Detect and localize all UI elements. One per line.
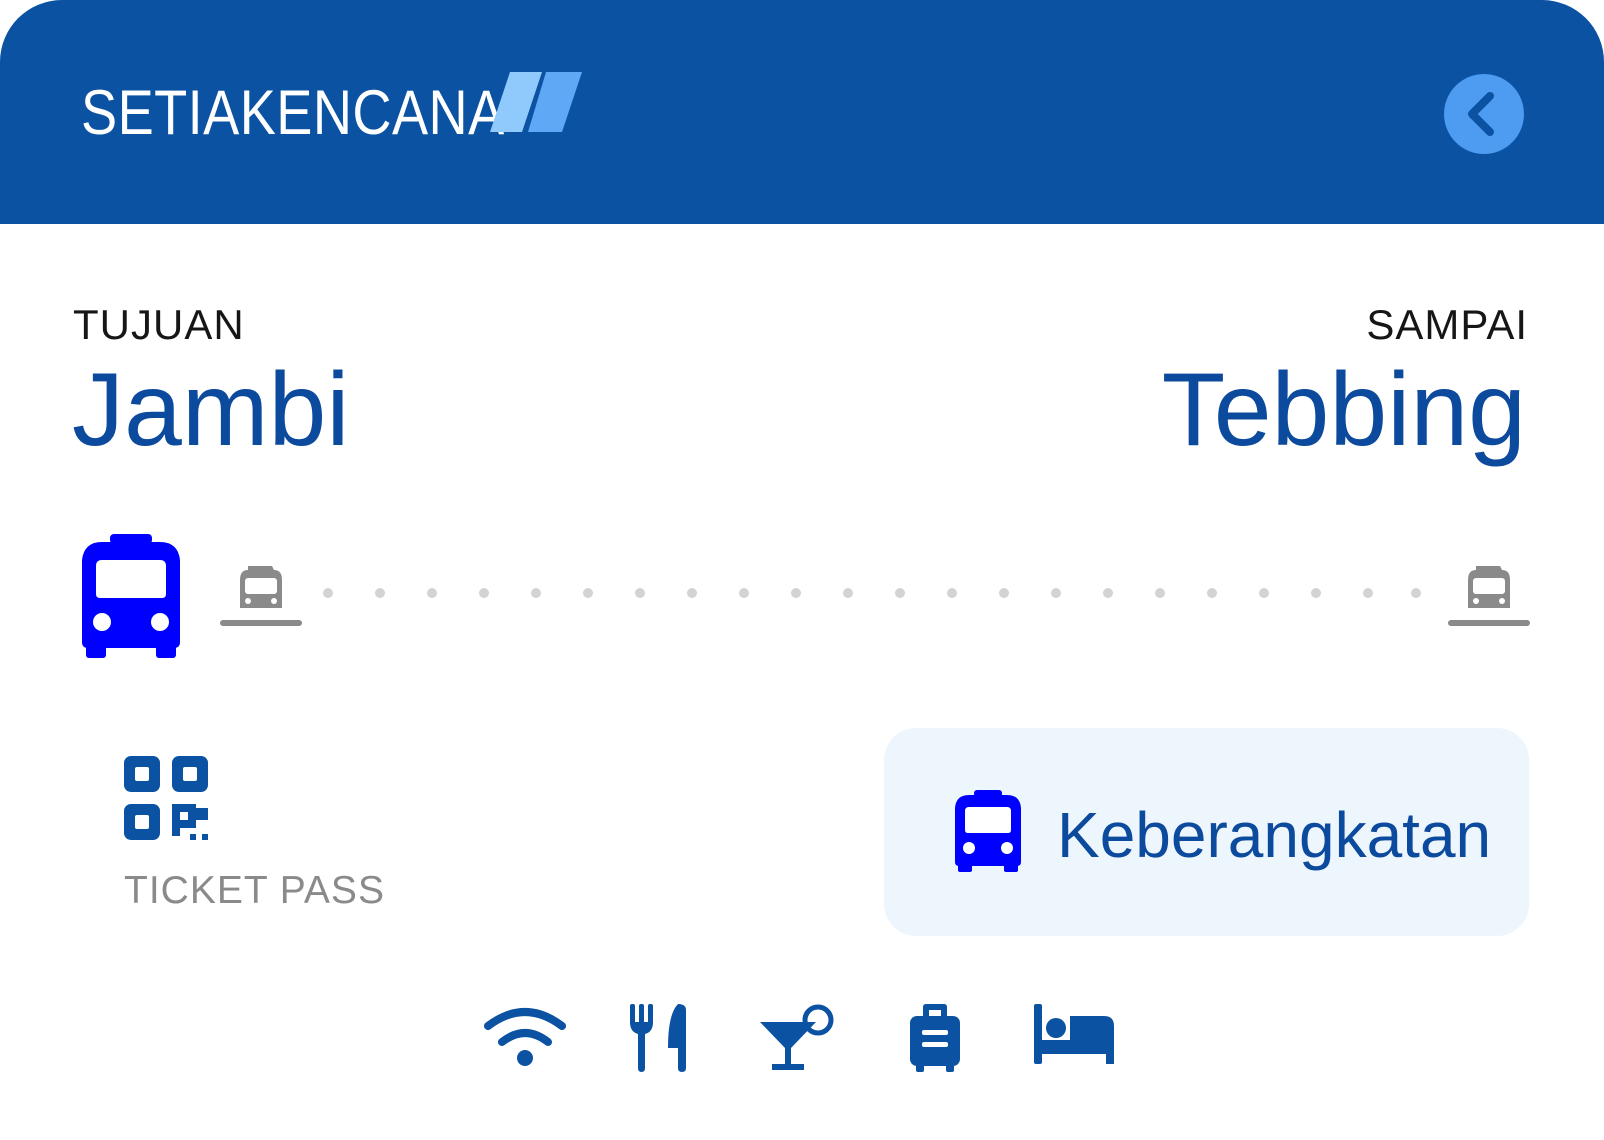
brand-logo-icon — [490, 72, 582, 132]
ticket-pass-button[interactable]: TICKET PASS — [122, 756, 392, 916]
bar-icon — [760, 1004, 834, 1070]
wifi-icon — [484, 1008, 566, 1066]
origin-label: TUJUAN — [73, 301, 245, 348]
route-path — [323, 588, 1421, 598]
bus-icon — [82, 534, 180, 658]
bed-icon — [1034, 1004, 1114, 1064]
destination-label: SAMPAI — [1366, 301, 1528, 348]
restaurant-icon — [630, 1004, 686, 1072]
bus-stop-start-icon — [220, 566, 302, 626]
destination-city: Tebbing — [1161, 352, 1526, 468]
bus-icon — [955, 790, 1021, 872]
bus-stop-end-icon — [1448, 566, 1530, 626]
ticket-card: SETIAKENCANA TUJUAN Jambi SAMPAI Tebbing — [0, 0, 1604, 1140]
back-button[interactable] — [1444, 74, 1524, 154]
departure-button[interactable]: Keberangkatan — [884, 728, 1529, 936]
facilities-row — [480, 1004, 1120, 1094]
qr-code-icon — [124, 756, 208, 840]
origin-city: Jambi — [72, 352, 350, 468]
ticket-pass-label: TICKET PASS — [124, 869, 385, 912]
brand-name: SETIAKENCANA — [81, 78, 505, 148]
departure-label: Keberangkatan — [1057, 799, 1492, 871]
luggage-icon — [910, 1004, 960, 1072]
header-bar: SETIAKENCANA — [0, 0, 1604, 224]
chevron-left-icon — [1468, 92, 1494, 136]
